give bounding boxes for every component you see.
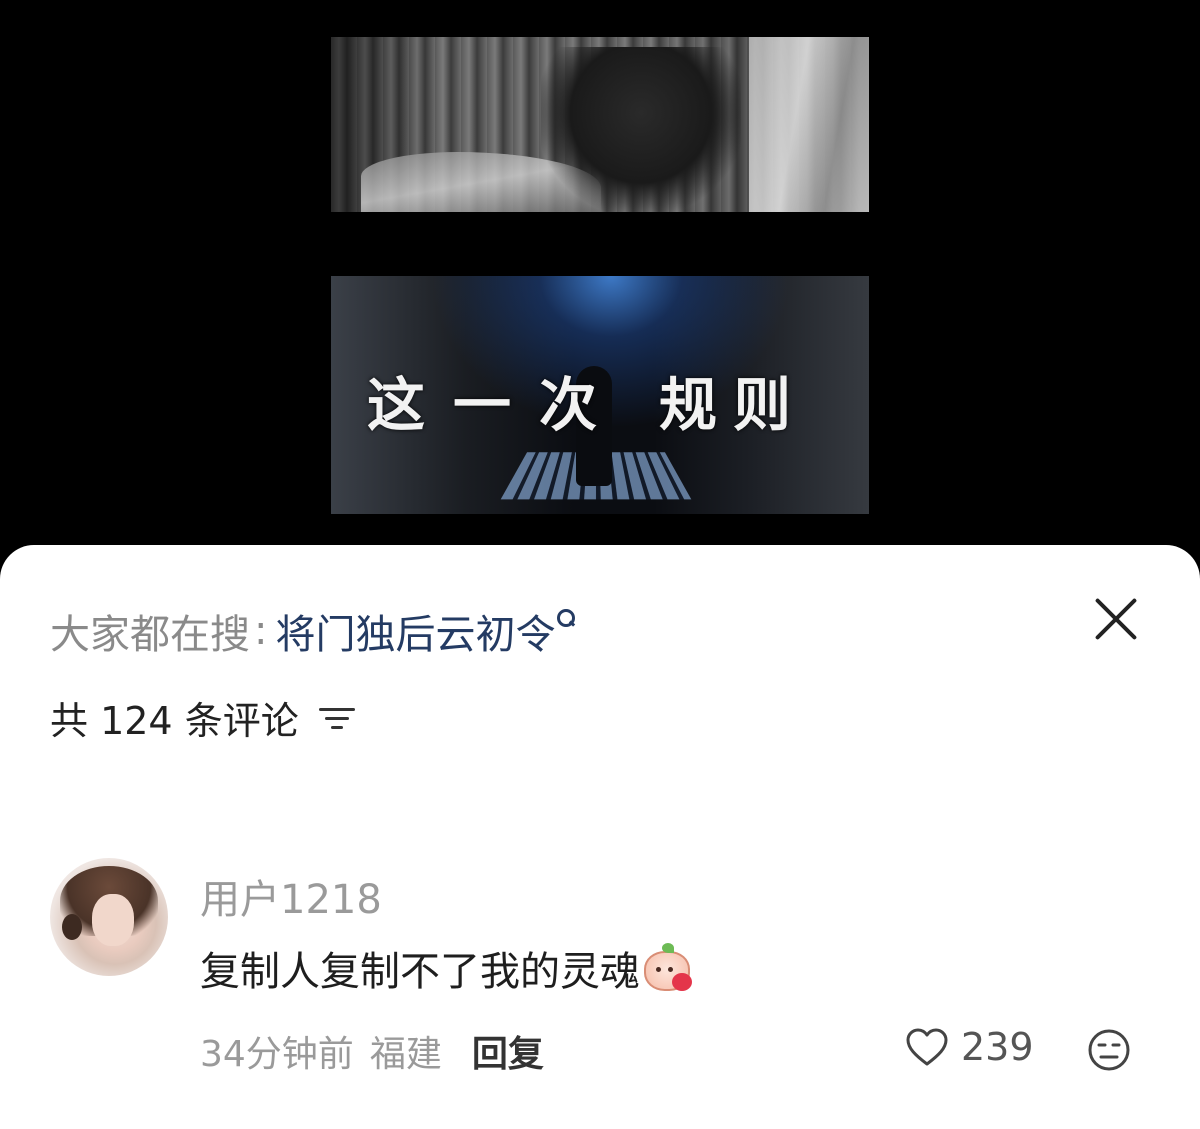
trending-search-prefix: 大家都在搜 [50,612,250,658]
frame-figure [541,47,741,212]
reply-button[interactable]: 回复 [472,1025,544,1077]
video-frame-top [331,37,869,212]
comments-count-label: 共 124 条评论 [50,699,299,743]
avatar[interactable] [50,858,168,976]
like-count: 239 [961,1025,1034,1069]
trending-search-row[interactable]: 大家都在搜 : 将门独后云初令 [50,602,576,660]
comment-text: 复制人复制不了我的灵魂 [200,949,640,995]
frame-curtain [749,37,869,212]
comment-location: 福建 [369,1034,442,1075]
comments-sheet: 大家都在搜 : 将门独后云初令 共 124 条评论 用户1218 复制人复制不了… [0,545,1200,1129]
trending-search-term[interactable]: 将门独后云初令 [275,602,555,660]
search-icon [557,609,576,639]
heart-icon [906,1028,948,1066]
caption-right: 规则 [659,371,808,439]
filter-icon[interactable] [318,704,355,732]
caption-left: 这一次 [367,371,626,439]
close-icon[interactable] [1092,595,1140,643]
comments-count-row: 共 124 条评论 [50,690,355,745]
comment-time: 34分钟前 [200,1034,354,1075]
dislike-face-icon[interactable] [1087,1028,1131,1072]
video-frame-bottom: 这一次 规则 [331,276,869,514]
video-player[interactable]: 这一次 规则 [0,0,1200,560]
comment-text-row: 复制人复制不了我的灵魂 [200,939,692,997]
comment-username[interactable]: 用户1218 [200,867,382,925]
comment-meta: 34分钟前 福建 回复 [200,1025,544,1077]
comment-item: 用户1218 复制人复制不了我的灵魂 34分钟前 福建 回复 239 [0,855,1200,1095]
blushing-peach-emoji-icon [642,943,692,993]
video-caption: 这一次 规则 [331,358,869,439]
like-button[interactable]: 239 [905,1025,1034,1069]
trending-search-colon: : [254,608,268,654]
